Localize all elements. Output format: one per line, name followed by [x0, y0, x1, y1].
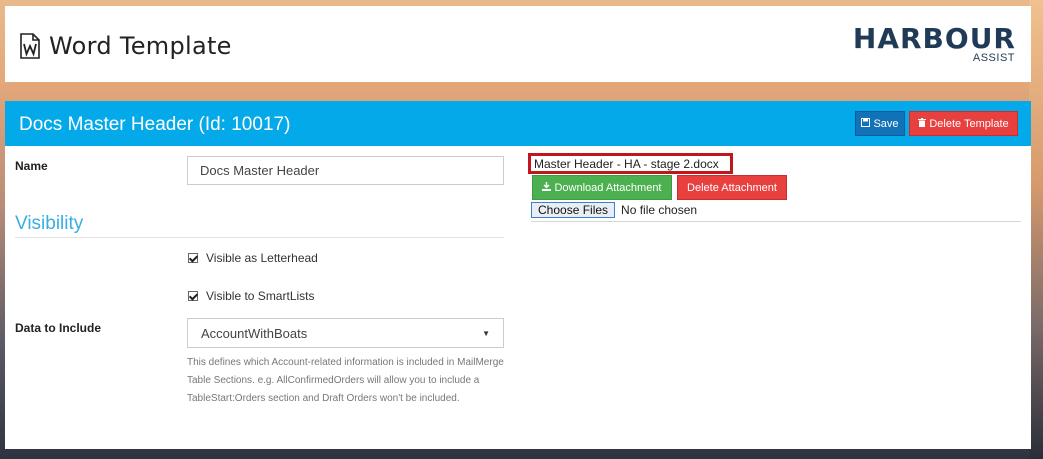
panel-header: Docs Master Header (Id: 10017) Save Dele…: [5, 101, 1031, 146]
no-file-chosen-text: No file chosen: [621, 203, 698, 217]
attachment-filename: Master Header - HA - stage 2.docx: [528, 153, 733, 174]
page-title-group: Word Template: [19, 32, 232, 60]
visible-letterhead-row: Visible as Letterhead: [188, 251, 318, 265]
delete-template-label: Delete Template: [929, 117, 1009, 130]
visible-smartlists-row: Visible to SmartLists: [188, 289, 315, 303]
data-to-include-label: Data to Include: [15, 321, 102, 335]
word-document-icon: [19, 33, 41, 59]
logo-text: HARBOUR: [852, 22, 1016, 55]
save-button[interactable]: Save: [855, 111, 905, 136]
choose-files-button[interactable]: Choose Files: [531, 202, 616, 218]
template-panel: Docs Master Header (Id: 10017) Save Dele…: [5, 101, 1031, 449]
delete-template-button[interactable]: Delete Template: [909, 111, 1018, 136]
download-icon: [542, 181, 552, 194]
background-right-edge: [1029, 0, 1043, 459]
visible-smartlists-label: Visible to SmartLists: [206, 289, 315, 303]
visible-letterhead-checkbox[interactable]: [188, 253, 198, 263]
visible-letterhead-label: Visible as Letterhead: [206, 251, 318, 265]
floppy-disk-icon: [861, 117, 871, 130]
page-header: Word Template HARBOUR ASSIST: [5, 6, 1031, 82]
trash-icon: [918, 117, 927, 130]
delete-attachment-button[interactable]: Delete Attachment: [677, 175, 787, 200]
visibility-heading: Visibility: [15, 213, 84, 234]
data-to-include-select[interactable]: AccountWithBoats ▼: [187, 318, 504, 348]
page-title: Word Template: [49, 32, 232, 60]
data-to-include-help: This defines which Account-related infor…: [187, 357, 504, 404]
file-input-row: Choose Files No file chosen: [531, 202, 697, 218]
download-attachment-button[interactable]: Download Attachment: [532, 175, 672, 200]
name-input[interactable]: Docs Master Header: [187, 156, 504, 185]
harbour-assist-logo: HARBOUR ASSIST: [852, 22, 1016, 68]
divider: [15, 237, 504, 238]
panel-title: Docs Master Header (Id: 10017): [19, 114, 291, 135]
save-button-label: Save: [873, 117, 899, 130]
name-label: Name: [15, 159, 48, 173]
logo-subtext: ASSIST: [972, 52, 1015, 64]
delete-attachment-label: Delete Attachment: [687, 181, 777, 194]
visible-smartlists-checkbox[interactable]: [188, 291, 198, 301]
data-to-include-value: AccountWithBoats: [201, 325, 308, 341]
download-attachment-label: Download Attachment: [554, 181, 662, 194]
caret-down-icon: ▼: [482, 328, 490, 338]
divider: [531, 221, 1021, 222]
